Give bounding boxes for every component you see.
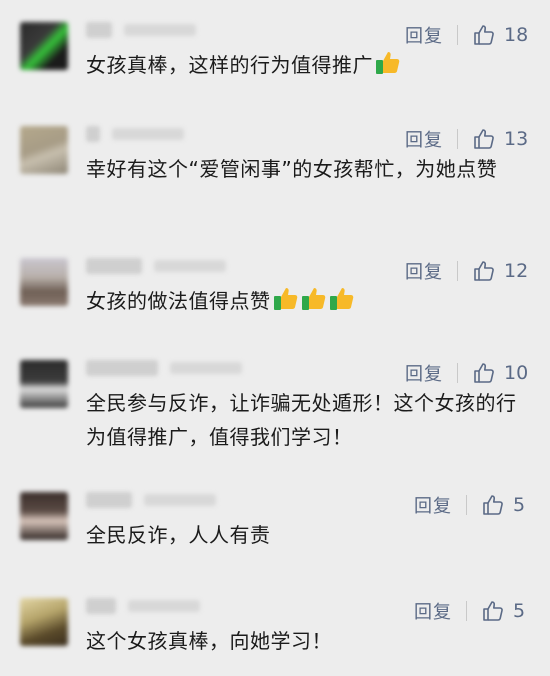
comment-item: 回复 10 全民参与反诈，让诈骗无处遁形！这个女孩的行为值得推广，值得我们学习！ <box>0 352 550 462</box>
like-count: 18 <box>504 24 529 46</box>
comment-feed: 回复 18 女孩真棒，这样的行为值得推广 回复 13 幸好有这个“爱管闲事”的女… <box>0 0 550 676</box>
comment-body: 全民反诈，人人有责 <box>86 523 271 547</box>
like-button[interactable]: 5 <box>481 599 525 623</box>
comment-body: 这个女孩真棒，向她学习！ <box>86 629 332 653</box>
comment-actions: 回复 5 <box>414 596 525 626</box>
divider <box>457 129 458 149</box>
commenter-name[interactable] <box>86 22 196 38</box>
thumbs-up-outline-icon <box>474 129 494 149</box>
avatar[interactable] <box>20 492 68 540</box>
avatar[interactable] <box>20 22 68 70</box>
thumbs-up-emoji <box>301 285 327 321</box>
commenter-name[interactable] <box>86 598 200 614</box>
reply-button[interactable]: 回复 <box>405 126 443 152</box>
divider <box>466 495 467 515</box>
thumbs-up-outline-icon <box>474 25 494 45</box>
divider <box>457 261 458 281</box>
comment-body: 全民参与反诈，让诈骗无处遁形！这个女孩的行为值得推广，值得我们学习！ <box>86 391 517 449</box>
comment-item: 回复 5 全民反诈，人人有责 <box>0 484 550 564</box>
comment-text: 女孩的做法值得点赞 <box>86 284 526 321</box>
comment-text: 女孩真棒，这样的行为值得推广 <box>86 48 526 85</box>
like-count: 12 <box>504 260 529 282</box>
avatar[interactable] <box>20 360 68 408</box>
comment-actions: 回复 5 <box>414 490 525 520</box>
like-count: 10 <box>504 362 529 384</box>
comment-text: 全民参与反诈，让诈骗无处遁形！这个女孩的行为值得推广，值得我们学习！ <box>86 386 526 454</box>
like-button[interactable]: 5 <box>481 493 525 517</box>
thumbs-up-outline-icon <box>483 495 503 515</box>
like-button[interactable]: 10 <box>472 361 528 385</box>
thumbs-up-outline-icon <box>483 601 503 621</box>
like-count: 5 <box>513 494 526 516</box>
like-count: 5 <box>513 600 526 622</box>
like-button[interactable]: 18 <box>472 23 528 47</box>
reply-button[interactable]: 回复 <box>405 360 443 386</box>
like-button[interactable]: 13 <box>472 127 528 151</box>
avatar[interactable] <box>20 598 68 646</box>
divider <box>457 363 458 383</box>
thumbs-up-outline-icon <box>474 261 494 281</box>
reply-button[interactable]: 回复 <box>405 258 443 284</box>
avatar[interactable] <box>20 126 68 174</box>
commenter-name[interactable] <box>86 492 216 508</box>
comment-text: 这个女孩真棒，向她学习！ <box>86 624 526 658</box>
thumbs-up-emoji <box>329 285 355 321</box>
comment-item: 回复 18 女孩真棒，这样的行为值得推广 <box>0 14 550 104</box>
comment-body: 女孩真棒，这样的行为值得推广 <box>86 53 373 77</box>
comment-text: 全民反诈，人人有责 <box>86 518 526 552</box>
comment-actions: 回复 13 <box>405 124 528 154</box>
like-button[interactable]: 12 <box>472 259 528 283</box>
comment-item: 回复 5 这个女孩真棒，向她学习！ <box>0 590 550 670</box>
thumbs-up-outline-icon <box>474 363 494 383</box>
avatar[interactable] <box>20 258 68 306</box>
reply-button[interactable]: 回复 <box>414 492 452 518</box>
comment-item: 回复 13 幸好有这个“爱管闲事”的女孩帮忙，为她点赞 <box>0 118 550 228</box>
divider <box>466 601 467 621</box>
commenter-name[interactable] <box>86 258 226 274</box>
comment-body: 幸好有这个“爱管闲事”的女孩帮忙，为她点赞 <box>86 157 498 181</box>
like-count: 13 <box>504 128 529 150</box>
commenter-name[interactable] <box>86 360 242 376</box>
comment-actions: 回复 12 <box>405 256 528 286</box>
divider <box>457 25 458 45</box>
reply-button[interactable]: 回复 <box>414 598 452 624</box>
comment-actions: 回复 10 <box>405 358 528 388</box>
comment-text: 幸好有这个“爱管闲事”的女孩帮忙，为她点赞 <box>86 152 526 186</box>
comment-body: 女孩的做法值得点赞 <box>86 289 271 313</box>
thumbs-up-emoji <box>273 285 299 321</box>
commenter-name[interactable] <box>86 126 184 142</box>
thumbs-up-emoji <box>375 49 401 85</box>
reply-button[interactable]: 回复 <box>405 22 443 48</box>
comment-actions: 回复 18 <box>405 20 528 50</box>
comment-item: 回复 12 女孩的做法值得点赞 <box>0 250 550 340</box>
